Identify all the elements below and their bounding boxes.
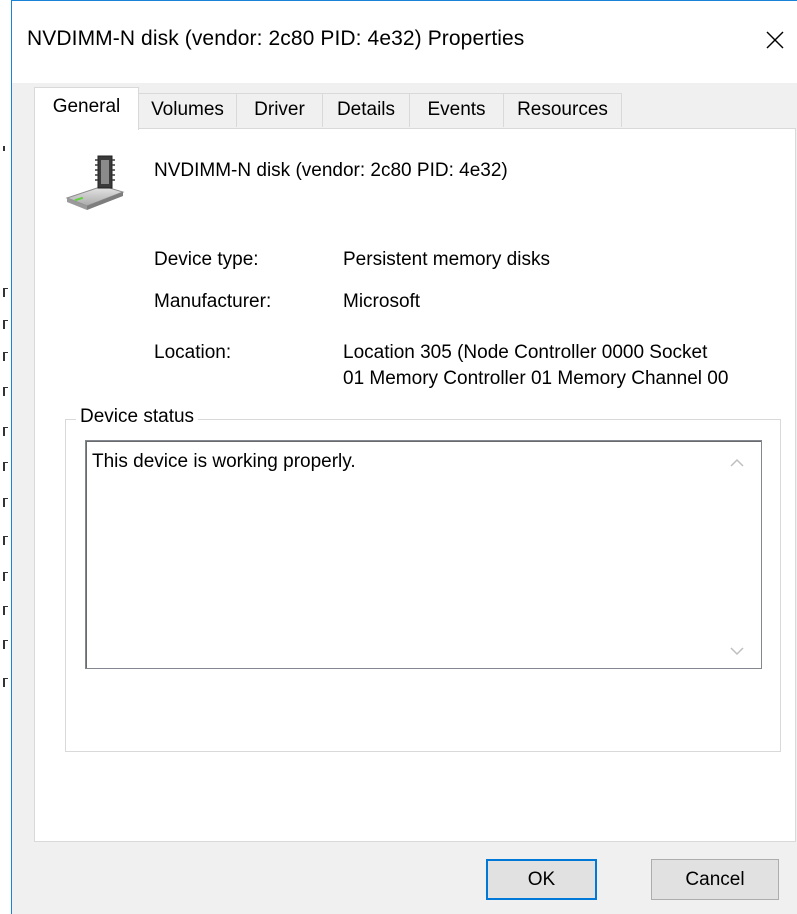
tab-volumes[interactable]: Volumes xyxy=(138,93,237,127)
general-tab-panel: NVDIMM-N disk (vendor: 2c80 PID: 4e32) D… xyxy=(34,128,796,842)
device-status-group: Device status This device is working pro… xyxy=(65,406,781,752)
window-title: NVDIMM-N disk (vendor: 2c80 PID: 4e32) P… xyxy=(27,27,525,50)
device-type-value: Persistent memory disks xyxy=(343,249,550,270)
device-status-text: This device is working properly. xyxy=(92,451,356,472)
scroll-down-icon[interactable] xyxy=(729,646,745,656)
background-window-edge xyxy=(0,0,11,914)
tab-details[interactable]: Details xyxy=(322,93,410,127)
location-value-line1: Location 305 (Node Controller 0000 Socke… xyxy=(343,342,708,363)
device-name: NVDIMM-N disk (vendor: 2c80 PID: 4e32) xyxy=(154,160,508,181)
ok-button[interactable]: OK xyxy=(486,859,597,900)
tab-resources[interactable]: Resources xyxy=(503,93,622,127)
cancel-button[interactable]: Cancel xyxy=(651,859,779,900)
properties-dialog: NVDIMM-N disk (vendor: 2c80 PID: 4e32) P… xyxy=(11,0,797,914)
location-label: Location: xyxy=(154,342,232,363)
device-type-label: Device type: xyxy=(154,249,259,270)
manufacturer-label: Manufacturer: xyxy=(154,291,272,312)
tab-general[interactable]: General xyxy=(34,87,139,130)
tab-driver[interactable]: Driver xyxy=(236,93,323,127)
manufacturer-value: Microsoft xyxy=(343,291,421,312)
close-button[interactable] xyxy=(753,18,797,62)
device-status-label: Device status xyxy=(76,406,199,428)
title-bar[interactable]: NVDIMM-N disk (vendor: 2c80 PID: 4e32) P… xyxy=(12,1,797,83)
disk-drive-icon xyxy=(65,155,125,210)
location-value-line2: 01 Memory Controller 01 Memory Channel 0… xyxy=(343,368,729,389)
device-status-textbox[interactable]: This device is working properly. xyxy=(85,440,762,669)
scroll-up-icon[interactable] xyxy=(729,458,745,468)
close-icon xyxy=(766,31,784,49)
tab-events[interactable]: Events xyxy=(409,93,504,127)
